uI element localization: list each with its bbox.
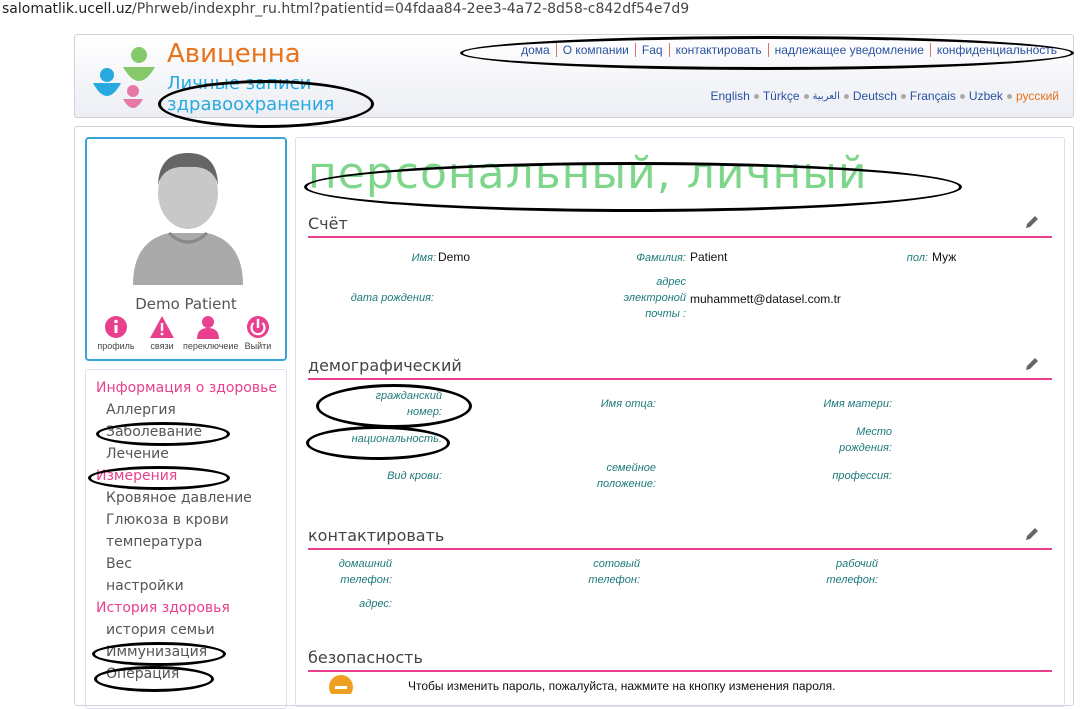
- section-contact-header: контактировать: [308, 526, 1052, 550]
- power-icon: [247, 316, 269, 338]
- label-first-name: Имя:: [411, 252, 436, 264]
- main-panel: Demo Patient профиль связи переключеие В…: [74, 126, 1074, 709]
- label-last-name: Фамилия:: [636, 252, 686, 264]
- annotation-ellipse: [88, 466, 230, 490]
- lang-arabic[interactable]: العربية: [809, 91, 844, 102]
- section-contact-title: контактировать: [308, 526, 445, 545]
- url-path: /Phrweb/indexphr_ru.html?patientid=04fda…: [132, 1, 690, 17]
- sidebar-item-blood-glucose[interactable]: Глюкоза в крови: [106, 512, 229, 528]
- profile-action-profile[interactable]: профиль: [91, 315, 141, 351]
- sidebar-section-health-history[interactable]: История здоровья: [96, 600, 230, 616]
- label-work-line2: телефон:: [826, 574, 878, 586]
- profile-action-links[interactable]: связи: [137, 315, 187, 351]
- sidebar-item-temperature[interactable]: температура: [106, 534, 202, 550]
- label-birthplace-line2: рождения:: [839, 442, 892, 454]
- label-birthplace: Место рождения:: [776, 424, 892, 456]
- lang-french[interactable]: Français: [906, 89, 960, 103]
- label-blood-type: Вид крови:: [387, 470, 442, 482]
- profile-action-logout[interactable]: Выйти: [233, 315, 283, 351]
- label-work-line1: рабочий: [836, 558, 878, 570]
- annotation-ellipse: [304, 162, 962, 212]
- sidebar-item-treatment[interactable]: Лечение: [106, 446, 169, 462]
- label-work-phone: рабочий телефон:: [776, 556, 878, 588]
- profile-action-label: Выйти: [244, 341, 272, 351]
- annotation-ellipse: [92, 642, 226, 666]
- content-panel: персональный, личный Счёт Имя: Demo Фами…: [295, 137, 1065, 707]
- label-email-line1: адрес: [656, 276, 686, 288]
- section-account-title: Счёт: [308, 214, 348, 233]
- profile-action-label: связи: [150, 341, 174, 351]
- sidebar-item-blood-pressure[interactable]: Кровяное давление: [106, 490, 252, 506]
- annotation-ellipse: [96, 422, 230, 446]
- lang-russian[interactable]: русский: [1012, 89, 1063, 103]
- label-gender: пол:: [906, 252, 928, 264]
- lang-english[interactable]: English: [706, 89, 753, 103]
- lang-turkish[interactable]: Türkçe: [759, 89, 804, 103]
- url-host: salomatlik.ucell.uz: [2, 1, 133, 17]
- label-home-line1: домашний: [338, 558, 392, 570]
- label-mobile-line1: сотовый: [593, 558, 640, 570]
- label-marital-status: семейное положение:: [556, 460, 656, 492]
- section-security-title: безопасность: [308, 648, 423, 667]
- annotation-ellipse: [460, 36, 1074, 70]
- sidebar-section-health-info[interactable]: Информация о здоровье: [96, 380, 277, 396]
- label-email-line2: электроной: [623, 292, 686, 304]
- label-marital-line2: положение:: [596, 478, 656, 490]
- language-selector: English Türkçe العربية Deutsch Français …: [706, 89, 1063, 103]
- info-icon: [105, 316, 127, 338]
- avicenna-logo: [93, 47, 155, 108]
- label-profession: профессия:: [832, 470, 892, 482]
- sidebar-item-weight[interactable]: Вес: [106, 556, 132, 572]
- section-security-header: безопасность: [308, 648, 1052, 672]
- pencil-icon[interactable]: [1024, 214, 1040, 230]
- label-mobile-phone: сотовый телефон:: [556, 556, 640, 588]
- lang-uzbek[interactable]: Uzbek: [965, 89, 1007, 103]
- section-account-header: Счёт: [308, 214, 1052, 238]
- label-home-line2: телефон:: [340, 574, 392, 586]
- pencil-icon[interactable]: [1024, 526, 1040, 542]
- profile-action-switch[interactable]: переключеие: [183, 315, 238, 351]
- sidebar-menu: Информация о здоровье Аллергия Заболеван…: [85, 369, 287, 709]
- section-demographic-title: демографический: [308, 356, 462, 375]
- label-mobile-line2: телефон:: [588, 574, 640, 586]
- lock-icon: [329, 675, 353, 694]
- sidebar-item-family-history[interactable]: история семьи: [106, 622, 215, 638]
- label-home-phone: домашний телефон:: [316, 556, 392, 588]
- value-last-name: Patient: [690, 250, 728, 264]
- annotation-ellipse: [94, 666, 214, 692]
- value-email: muhammett@datasel.com.tr: [690, 292, 841, 306]
- label-birthplace-line1: Место: [856, 426, 892, 438]
- label-marital-line1: семейное: [606, 462, 656, 474]
- pencil-icon[interactable]: [1024, 356, 1040, 372]
- label-email: адрес электроной почты :: [596, 274, 686, 322]
- value-first-name: Demo: [438, 250, 471, 264]
- label-mother-name: Имя матери:: [823, 398, 892, 410]
- profile-action-label: переключеие: [183, 341, 239, 351]
- label-email-line3: почты :: [645, 308, 686, 320]
- sidebar-item-allergy[interactable]: Аллергия: [106, 402, 176, 418]
- annotation-ellipse: [306, 426, 450, 460]
- user-icon: [197, 316, 219, 339]
- profile-name: Demo Patient: [135, 295, 237, 313]
- profile-card: Demo Patient профиль связи переключеие В…: [85, 137, 287, 361]
- label-address: адрес:: [359, 598, 392, 610]
- sidebar-item-settings[interactable]: настройки: [106, 578, 184, 594]
- annotation-ellipse: [316, 384, 472, 428]
- label-birth-date: дата рождения:: [350, 292, 434, 304]
- brand-name: Авиценна: [167, 39, 301, 69]
- avatar: [133, 153, 243, 285]
- value-gender: Муж: [932, 250, 957, 264]
- lang-german[interactable]: Deutsch: [849, 89, 901, 103]
- security-message: Чтобы изменить пароль, пожалуйста, нажми…: [408, 679, 836, 693]
- address-bar[interactable]: salomatlik.ucell.uz/Phrweb/indexphr_ru.h…: [0, 0, 1080, 20]
- label-father-name: Имя отца:: [600, 398, 656, 410]
- annotation-ellipse: [158, 80, 374, 128]
- profile-action-label: профиль: [97, 341, 135, 351]
- warning-icon: [150, 316, 174, 338]
- section-demographic-header: демографический: [308, 356, 1052, 380]
